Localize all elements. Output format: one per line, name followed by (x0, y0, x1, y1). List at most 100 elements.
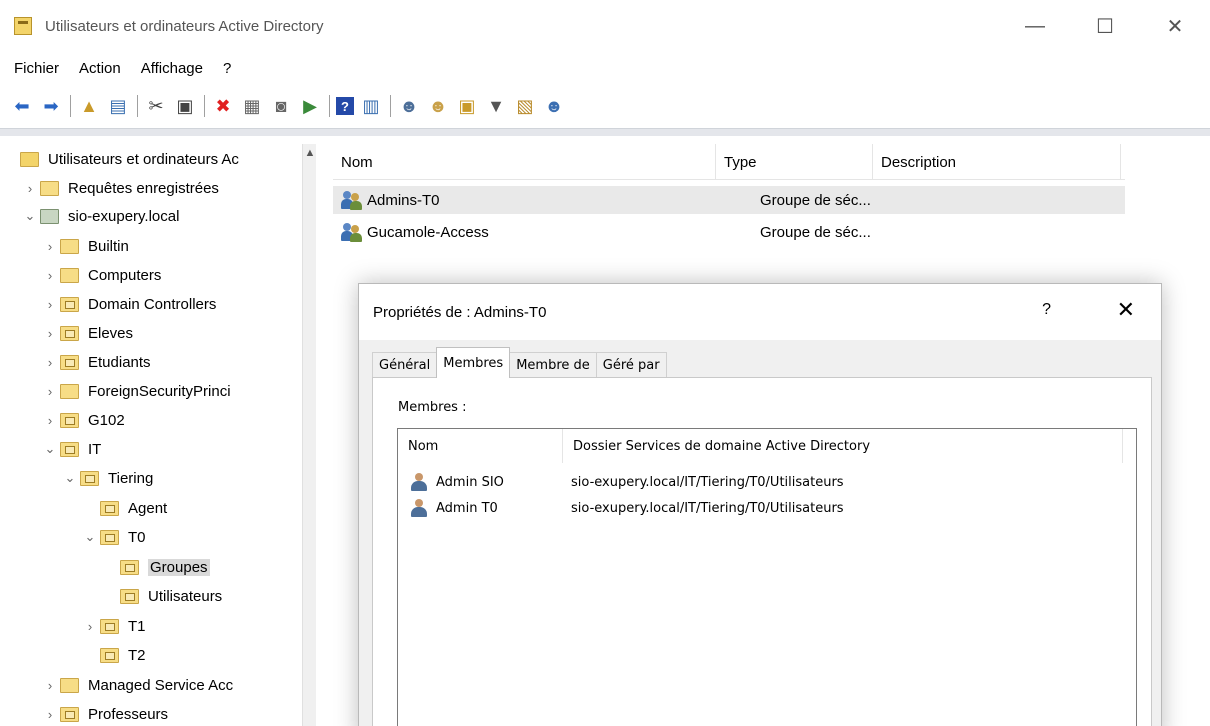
toolbar-separator (70, 95, 71, 117)
chevron-up-icon[interactable]: ▲ (303, 147, 317, 159)
tab-membre-de[interactable]: Membre de (509, 352, 597, 378)
tree-item-groupes[interactable]: Groupes (120, 554, 210, 580)
tree-item-utilisateurs[interactable]: Utilisateurs (120, 583, 222, 609)
close-button[interactable]: ✕ (1140, 0, 1210, 52)
chevron-right-icon[interactable]: › (40, 326, 60, 341)
tree-scrollbar[interactable]: ▲ (302, 144, 316, 726)
ou-icon (60, 441, 79, 457)
dialog-help-button[interactable]: ? (1042, 301, 1051, 319)
tree-item-managed-service[interactable]: › Managed Service Acc (40, 672, 233, 698)
tree-item-foreign-security[interactable]: › ForeignSecurityPrinci (40, 378, 231, 404)
toolbar-separator (137, 95, 138, 117)
action-pane-icon[interactable]: ▥ (359, 94, 383, 118)
tree-item-computers[interactable]: › Computers (40, 262, 162, 288)
minimize-button[interactable]: — (1000, 0, 1070, 52)
tree-item-saved-queries[interactable]: › Requêtes enregistrées (20, 175, 219, 201)
chevron-right-icon[interactable]: › (40, 707, 60, 722)
back-arrow-icon[interactable]: ⬅ (10, 94, 34, 118)
tree-item-domain-controllers[interactable]: › Domain Controllers (40, 291, 217, 317)
column-header-description[interactable]: Description (873, 144, 1121, 180)
console-tree-icon[interactable]: ▤ (106, 94, 130, 118)
chevron-down-icon[interactable]: ⌄ (20, 208, 40, 224)
cut-icon[interactable]: ✂ (144, 94, 168, 118)
member-folder: sio-exupery.local/IT/Tiering/T0/Utilisat… (571, 474, 844, 490)
tree-label: Agent (128, 499, 168, 517)
export-list-icon[interactable]: ▶ (298, 94, 322, 118)
menu-action[interactable]: Action (79, 60, 121, 77)
tree-item-eleves[interactable]: › Eleves (40, 320, 133, 346)
chevron-right-icon[interactable]: › (40, 355, 60, 370)
tree-label: Tiering (108, 469, 154, 487)
tree-item-t2[interactable]: T2 (100, 642, 146, 668)
window-title: Utilisateurs et ordinateurs Active Direc… (45, 17, 324, 35)
toolbar-separator (329, 95, 330, 117)
delete-icon[interactable]: ✖ (211, 94, 235, 118)
members-column-name[interactable]: Nom (398, 429, 563, 463)
menu-affichage[interactable]: Affichage (141, 60, 203, 77)
filter-icon[interactable]: ▼ (484, 94, 508, 118)
group-icon (341, 190, 367, 210)
chevron-right-icon[interactable]: › (40, 384, 60, 399)
refresh-icon[interactable]: ◙ (269, 94, 293, 118)
members-list[interactable]: Nom Dossier Services de domaine Active D… (397, 428, 1137, 726)
tree-item-etudiants[interactable]: › Etudiants (40, 349, 151, 375)
menu-help[interactable]: ? (223, 60, 231, 77)
new-group-icon[interactable]: ☻ (426, 94, 450, 118)
tree-root[interactable]: Utilisateurs et ordinateurs Ac (20, 146, 239, 172)
chevron-right-icon[interactable]: › (40, 239, 60, 254)
chevron-right-icon[interactable]: › (40, 268, 60, 283)
dialog-close-button[interactable]: ✕ (1117, 297, 1135, 323)
chevron-right-icon[interactable]: › (80, 619, 100, 634)
tree-label: T1 (128, 617, 146, 635)
new-user-icon[interactable]: ☻ (397, 94, 421, 118)
tree-item-g102[interactable]: › G102 (40, 407, 125, 433)
chevron-down-icon[interactable]: ⌄ (40, 441, 60, 457)
tree-item-t0[interactable]: ⌄ T0 (80, 524, 146, 550)
member-name: Admin SIO (436, 474, 504, 490)
tab-general[interactable]: Général (372, 352, 438, 378)
list-row[interactable]: Gucamole-Access Groupe de séc... (333, 218, 1125, 246)
chevron-right-icon[interactable]: › (40, 678, 60, 693)
tree-item-it[interactable]: ⌄ IT (40, 436, 102, 462)
maximize-button[interactable]: ☐ (1070, 0, 1140, 52)
chevron-down-icon[interactable]: ⌄ (80, 529, 100, 545)
member-row[interactable]: Admin T0 sio-exupery.local/IT/Tiering/T0… (398, 495, 844, 521)
up-folder-icon[interactable]: ▲ (77, 94, 101, 118)
tree-item-tiering[interactable]: ⌄ Tiering (60, 465, 154, 491)
group-icon (341, 222, 367, 242)
forward-arrow-icon[interactable]: ➡ (39, 94, 63, 118)
menu-fichier[interactable]: Fichier (14, 60, 59, 77)
properties-dialog: Propriétés de : Admins-T0 ? ✕ Général Me… (358, 283, 1162, 726)
add-to-group-icon[interactable]: ☻ (542, 94, 566, 118)
row-name: Admins-T0 (367, 191, 440, 209)
find-icon[interactable]: ▧ (513, 94, 537, 118)
paste-icon[interactable]: ▣ (173, 94, 197, 118)
chevron-right-icon[interactable]: › (40, 413, 60, 428)
members-column-folder[interactable]: Dossier Services de domaine Active Direc… (563, 429, 1123, 463)
folder-icon (60, 677, 79, 693)
tab-membres[interactable]: Membres (436, 347, 511, 378)
domain-icon (40, 208, 59, 224)
chevron-right-icon[interactable]: › (20, 181, 40, 196)
ou-icon (60, 706, 79, 722)
column-header-type[interactable]: Type (716, 144, 873, 180)
tree-item-domain[interactable]: ⌄ sio-exupery.local (20, 203, 180, 229)
tree-item-professeurs[interactable]: › Professeurs (40, 701, 168, 726)
properties-icon[interactable]: ▦ (240, 94, 264, 118)
ou-icon (100, 500, 119, 516)
ou-icon (120, 588, 139, 604)
tree-label: Managed Service Acc (88, 676, 234, 694)
new-ou-icon[interactable]: ▣ (455, 94, 479, 118)
tree-item-agent[interactable]: Agent (100, 495, 167, 521)
chevron-right-icon[interactable]: › (40, 297, 60, 312)
column-header-name[interactable]: Nom (333, 144, 716, 180)
chevron-down-icon[interactable]: ⌄ (60, 470, 80, 486)
list-row[interactable]: Admins-T0 Groupe de séc... (333, 186, 1125, 214)
tree-item-builtin[interactable]: › Builtin (40, 233, 129, 259)
help-icon[interactable]: ? (336, 97, 354, 115)
tree-label: Etudiants (88, 353, 151, 371)
folder-icon (60, 267, 79, 283)
tree-item-t1[interactable]: › T1 (80, 613, 146, 639)
member-row[interactable]: Admin SIO sio-exupery.local/IT/Tiering/T… (398, 469, 844, 495)
tab-gere-par[interactable]: Géré par (595, 352, 667, 378)
